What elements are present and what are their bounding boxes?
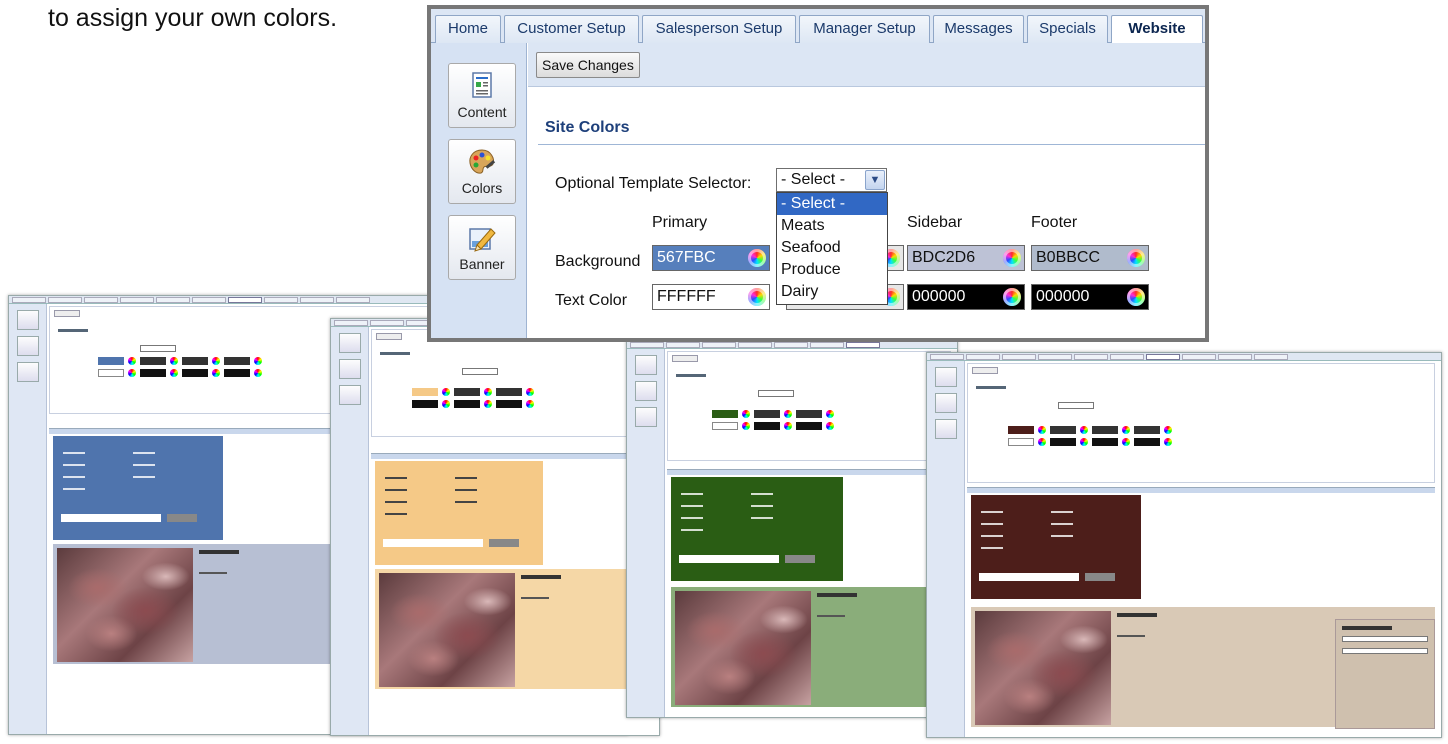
content-nav-button[interactable]: Content xyxy=(448,63,516,128)
chevron-down-icon[interactable]: ▼ xyxy=(865,170,885,190)
background-primary-field[interactable]: 567FBC xyxy=(652,245,770,271)
banner-nav-label: Banner xyxy=(459,256,505,272)
palette-icon xyxy=(469,149,496,174)
template-options-list: - Select - Meats Seafood Produce Dairy xyxy=(776,192,888,305)
color-wheel-icon[interactable] xyxy=(1003,249,1021,267)
background-footer-field[interactable]: B0BBCC xyxy=(1031,245,1149,271)
website-settings-window: Home Customer Setup Salesperson Setup Ma… xyxy=(427,5,1209,342)
content-nav-label: Content xyxy=(457,104,507,120)
preview-screenshot-2 xyxy=(330,318,660,736)
save-changes-button[interactable]: Save Changes xyxy=(536,52,640,78)
tab-specials[interactable]: Specials xyxy=(1027,15,1108,43)
tab-website[interactable]: Website xyxy=(1111,15,1203,44)
preview-primary-block xyxy=(53,436,223,540)
option-produce[interactable]: Produce xyxy=(777,259,887,281)
banner-edit-icon xyxy=(469,228,496,252)
option-dairy[interactable]: Dairy xyxy=(777,281,887,303)
column-header-footer: Footer xyxy=(1031,214,1078,231)
left-nav: Content Colors Banner xyxy=(431,43,527,338)
color-wheel-icon[interactable] xyxy=(1127,288,1145,306)
tab-customer-setup[interactable]: Customer Setup xyxy=(504,15,639,43)
caption-text: to assign your own colors. xyxy=(48,4,338,32)
tab-manager-setup[interactable]: Manager Setup xyxy=(799,15,930,43)
section-divider xyxy=(538,144,1205,145)
tab-salesperson-setup[interactable]: Salesperson Setup xyxy=(642,15,796,43)
column-header-primary: Primary xyxy=(652,214,708,231)
tab-bar: Home Customer Setup Salesperson Setup Ma… xyxy=(431,9,1205,44)
toolbar: Save Changes xyxy=(528,43,1205,87)
site-colors-panel: Save Changes Site Colors Optional Templa… xyxy=(528,43,1205,338)
color-wheel-icon[interactable] xyxy=(748,249,766,267)
colors-nav-label: Colors xyxy=(461,180,503,196)
banner-nav-button[interactable]: Banner xyxy=(448,215,516,280)
text-color-row-label: Text Color xyxy=(555,292,628,309)
template-selector-label: Optional Template Selector: xyxy=(555,175,752,192)
option-select[interactable]: - Select - xyxy=(777,193,887,215)
tab-home[interactable]: Home xyxy=(435,15,501,43)
column-header-sidebar: Sidebar xyxy=(907,214,963,231)
preview-screenshot-4 xyxy=(926,352,1442,738)
background-row-label: Background xyxy=(555,253,641,270)
section-title: Site Colors xyxy=(545,119,630,136)
preview-login-box xyxy=(1335,619,1435,729)
color-wheel-icon[interactable] xyxy=(1127,249,1145,267)
color-wheel-icon[interactable] xyxy=(748,288,766,306)
template-select-value: - Select - xyxy=(781,171,846,188)
preview-sidebar xyxy=(9,304,47,734)
background-sidebar-field[interactable]: BDC2D6 xyxy=(907,245,1025,271)
option-seafood[interactable]: Seafood xyxy=(777,237,887,259)
template-select[interactable]: - Select - ▼ xyxy=(776,168,887,192)
fish-photo xyxy=(57,548,193,662)
colors-nav-button[interactable]: Colors xyxy=(448,139,516,204)
preview-screenshot-3 xyxy=(626,340,958,718)
text-primary-field[interactable]: FFFFFF xyxy=(652,284,770,310)
document-icon xyxy=(472,72,492,98)
text-footer-field[interactable]: 000000 xyxy=(1031,284,1149,310)
option-meats[interactable]: Meats xyxy=(777,215,887,237)
text-sidebar-field[interactable]: 000000 xyxy=(907,284,1025,310)
color-wheel-icon[interactable] xyxy=(1003,288,1021,306)
tab-messages[interactable]: Messages xyxy=(933,15,1024,43)
